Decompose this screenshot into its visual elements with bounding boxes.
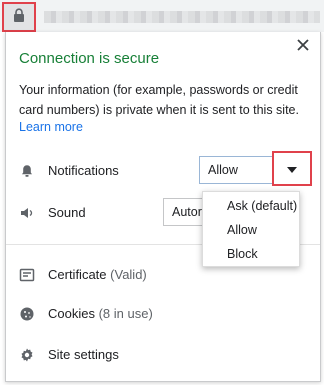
close-icon[interactable] (296, 38, 310, 52)
sound-label: Sound (48, 205, 86, 220)
notifications-dropdown-menu: Ask (default) Allow Block (202, 191, 300, 267)
certificate-icon (19, 267, 35, 283)
cookies-link[interactable]: Cookies (8 in use) (48, 306, 153, 321)
page-info-popup: Connection is secure Your information (f… (5, 32, 321, 382)
site-info-button[interactable] (2, 2, 36, 32)
url-text-blurred (44, 11, 320, 23)
notifications-dropdown-toggle[interactable] (272, 151, 312, 186)
lock-icon (13, 7, 25, 27)
gear-icon (19, 347, 35, 363)
menu-item-allow[interactable]: Allow (203, 218, 299, 242)
sound-selected-value: Autor (172, 205, 202, 219)
connection-status-title: Connection is secure (19, 50, 160, 67)
certificate-link[interactable]: Certificate (Valid) (48, 267, 147, 282)
bell-icon (19, 163, 35, 179)
cookie-icon (19, 306, 35, 322)
connection-description: Your information (for example, passwords… (19, 83, 299, 117)
cookies-label: Cookies (48, 306, 95, 321)
menu-item-block[interactable]: Block (203, 242, 299, 266)
certificate-label: Certificate (48, 267, 107, 282)
sound-select[interactable]: Autor (163, 198, 206, 226)
cookies-count: (8 in use) (98, 306, 153, 321)
certificate-status: (Valid) (110, 267, 147, 282)
speaker-icon (19, 205, 35, 221)
notifications-selected-value: Allow (208, 163, 238, 177)
menu-item-ask-default[interactable]: Ask (default) (203, 194, 299, 218)
notifications-label: Notifications (48, 163, 119, 178)
chevron-down-icon (287, 160, 297, 178)
learn-more-link[interactable]: Learn more (19, 120, 83, 134)
site-settings-link[interactable]: Site settings (48, 347, 119, 362)
address-bar[interactable] (0, 0, 324, 32)
